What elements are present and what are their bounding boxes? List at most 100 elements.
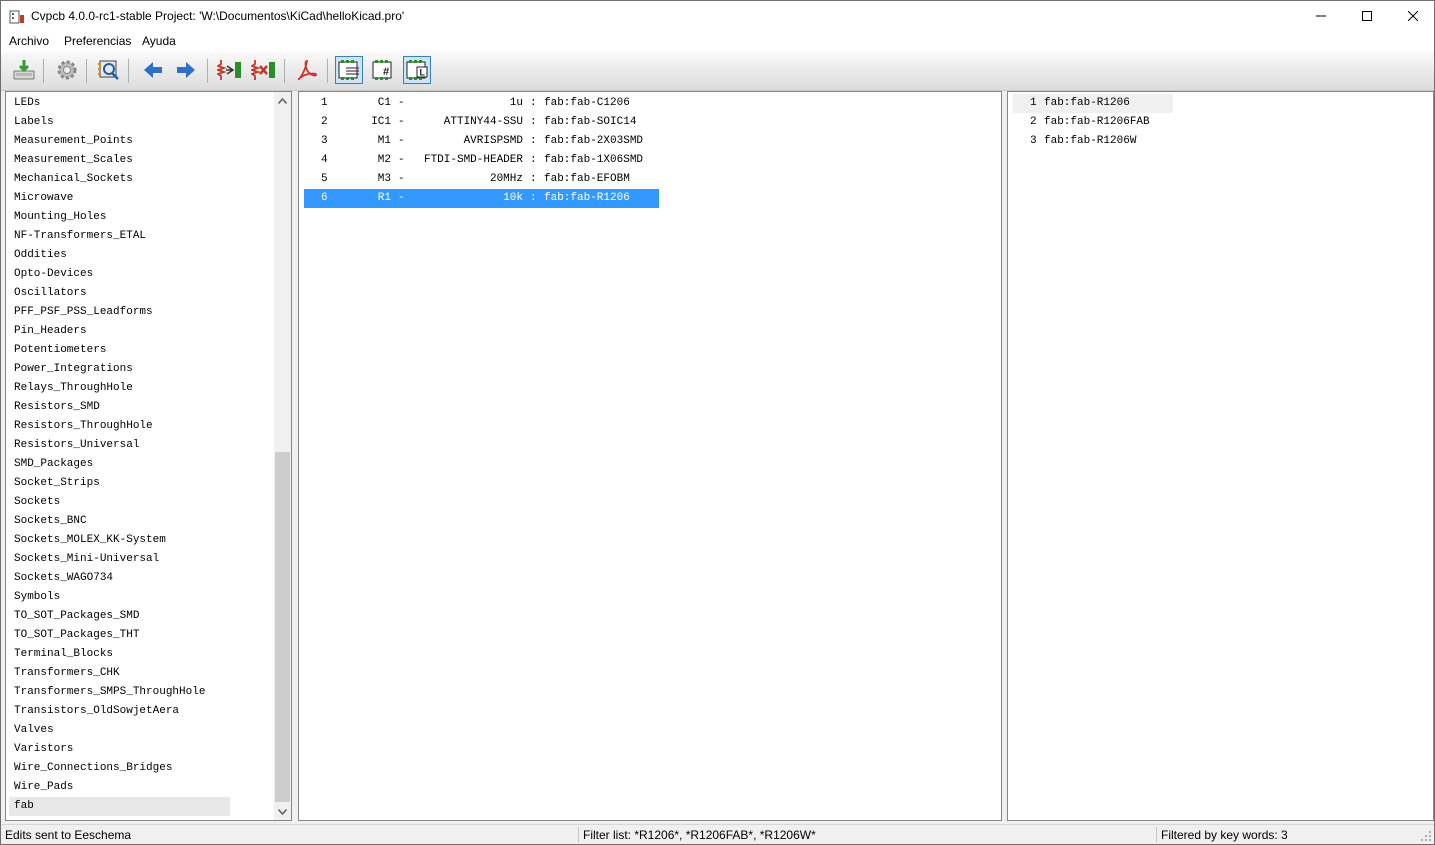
menu-ayuda[interactable]: Ayuda [142, 34, 176, 48]
library-item[interactable]: Wire_Connections_Bridges [14, 759, 172, 778]
menu-archivo[interactable]: Archivo [9, 34, 49, 48]
library-item[interactable]: Opto-Devices [14, 265, 93, 284]
component-reference: M1 [377, 135, 391, 147]
library-item[interactable]: Sockets_BNC [14, 512, 87, 531]
library-item[interactable]: Terminal_Blocks [14, 645, 113, 664]
library-item[interactable]: TO_SOT_Packages_THT [14, 626, 139, 645]
minimize-button[interactable] [1298, 1, 1344, 31]
view-footprint-button[interactable] [95, 56, 123, 84]
library-item[interactable]: Transformers_CHK [14, 664, 120, 683]
library-item[interactable]: Resistors_ThroughHole [14, 417, 153, 436]
library-item[interactable]: Transistors_OldSowjetAera [14, 702, 179, 721]
auto-associate-button[interactable] [216, 56, 244, 84]
filter-pin-count-toggle[interactable]: # [369, 56, 397, 84]
footprint-number: 1 [1030, 97, 1037, 109]
library-scrollbar[interactable] [274, 92, 291, 820]
library-item[interactable]: Transformers_SMPS_ThroughHole [14, 683, 205, 702]
scroll-down-button[interactable] [274, 803, 291, 820]
footprint-row[interactable]: 2 fab:fab-R1206FAB [1013, 113, 1173, 132]
library-item[interactable]: Pin_Headers [14, 322, 87, 341]
svg-text:#: # [383, 66, 389, 78]
library-item[interactable]: PFF_PSF_PSS_Leadforms [14, 303, 153, 322]
cvpcb-window: Cvpcb 4.0.0-rc1-stable Project: 'W:\Docu… [0, 0, 1435, 845]
component-list[interactable]: 1 C1-1u: fab:fab-C1206 2 IC1- ATTINY44-SSU: fa… [298, 91, 1002, 821]
library-item[interactable]: Sockets_WAGO734 [14, 569, 113, 588]
maximize-button[interactable] [1344, 1, 1390, 31]
library-item[interactable]: Potentiometers [14, 341, 106, 360]
status-separator [1156, 827, 1157, 843]
library-item[interactable]: Relays_ThroughHole [14, 379, 133, 398]
library-item[interactable]: LEDs [14, 94, 40, 113]
footprint-name: fab:fab-R1206W [1044, 135, 1137, 147]
save-to-schematic-button[interactable] [10, 56, 38, 84]
svg-text:L: L [420, 68, 426, 78]
menu-preferencias[interactable]: Preferencias [64, 34, 131, 48]
library-item[interactable]: Resistors_SMD [14, 398, 100, 417]
library-item[interactable]: Socket_Strips [14, 474, 100, 493]
toolbar: # L [1, 51, 1434, 91]
component-colon: : [530, 154, 537, 166]
library-item[interactable]: TO_SOT_Packages_SMD [14, 607, 139, 626]
library-item[interactable]: Measurement_Points [14, 132, 133, 151]
close-icon [1408, 11, 1418, 21]
component-row[interactable]: 4 M2- FTDI-SMD-HEADER: fab:fab-1X06SMD [304, 151, 659, 170]
component-row[interactable]: 6 R1- 10k: fab:fab-R1206 [304, 189, 659, 208]
library-list[interactable]: LEDs Labels Measurement_Points Measurement_… [5, 91, 292, 821]
filter-keywords-toggle[interactable] [335, 56, 363, 84]
open-datasheet-button[interactable] [293, 56, 321, 84]
view-footprint-icon [98, 60, 119, 80]
component-separator: - [398, 135, 405, 147]
settings-button[interactable] [53, 56, 81, 84]
library-item[interactable]: Mounting_Holes [14, 208, 106, 227]
library-item[interactable]: SMD_Packages [14, 455, 93, 474]
library-item[interactable]: Varistors [14, 740, 73, 759]
library-item[interactable]: Sockets [14, 493, 60, 512]
component-row[interactable]: 2 IC1- ATTINY44-SSU: fab:fab-SOIC14 [304, 113, 659, 132]
library-item[interactable]: Measurement_Scales [14, 151, 133, 170]
status-filter-list: Filter list: *R1206*, *R1206FAB*, *R1206… [583, 828, 816, 842]
minimize-icon [1316, 15, 1326, 17]
library-item[interactable]: Valves [14, 721, 54, 740]
library-item[interactable]: Oscillators [14, 284, 87, 303]
resize-grip-icon[interactable] [1420, 830, 1432, 842]
component-separator: - [398, 97, 405, 109]
scroll-thumb[interactable] [275, 452, 290, 802]
previous-button[interactable] [139, 56, 167, 84]
component-row[interactable]: 1 C1- 1u: fab:fab-C1206 [304, 94, 659, 113]
library-item[interactable]: Oddities [14, 246, 67, 265]
library-item[interactable]: Power_Integrations [14, 360, 133, 379]
component-number: 3 [321, 135, 328, 147]
component-value: 1u [509, 97, 523, 109]
library-item[interactable]: Wire_Pads [14, 778, 73, 797]
library-item[interactable]: Sockets_Mini-Universal [14, 550, 159, 569]
scroll-up-button[interactable] [274, 92, 291, 109]
footprint-row[interactable]: 3 fab:fab-R1206W [1013, 132, 1173, 151]
footprint-number: 3 [1030, 135, 1037, 147]
component-colon: : [530, 97, 537, 109]
component-row[interactable]: 5 M3- 20MHz: fab:fab-EFOBM [304, 170, 659, 189]
component-reference: R1 [377, 192, 391, 204]
footprint-list[interactable]: 1 fab:fab-R1206 2 fab:fab-R1206FAB 3 fab:fab-… [1007, 91, 1434, 821]
component-footprint: fab:fab-C1206 [544, 97, 630, 109]
library-item[interactable]: Resistors_Universal [14, 436, 139, 455]
next-button[interactable] [172, 56, 200, 84]
component-separator: - [398, 192, 405, 204]
library-item[interactable]: NF-Transformers_ETAL [14, 227, 146, 246]
component-separator: - [398, 116, 405, 128]
component-row[interactable]: 3 M1- AVRISPSMD: fab:fab-2X03SMD [304, 132, 659, 151]
component-colon: : [530, 116, 537, 128]
library-item[interactable]: Mechanical_Sockets [14, 170, 133, 189]
footprint-row[interactable]: 1 fab:fab-R1206 [1013, 94, 1173, 113]
library-item[interactable]: Microwave [14, 189, 73, 208]
library-item[interactable]: Labels [14, 113, 54, 132]
library-item[interactable]: Sockets_MOLEX_KK-System [14, 531, 166, 550]
filter-library-toggle[interactable]: L [403, 56, 431, 84]
delete-associations-button[interactable] [250, 56, 278, 84]
component-number: 2 [321, 116, 328, 128]
title-bar: Cvpcb 4.0.0-rc1-stable Project: 'W:\Docu… [1, 1, 1434, 31]
component-number: 6 [321, 192, 328, 204]
close-button[interactable] [1390, 1, 1435, 31]
component-reference: M3 [377, 173, 391, 185]
library-item[interactable]: Symbols [14, 588, 60, 607]
library-item[interactable]: fab [9, 797, 230, 816]
